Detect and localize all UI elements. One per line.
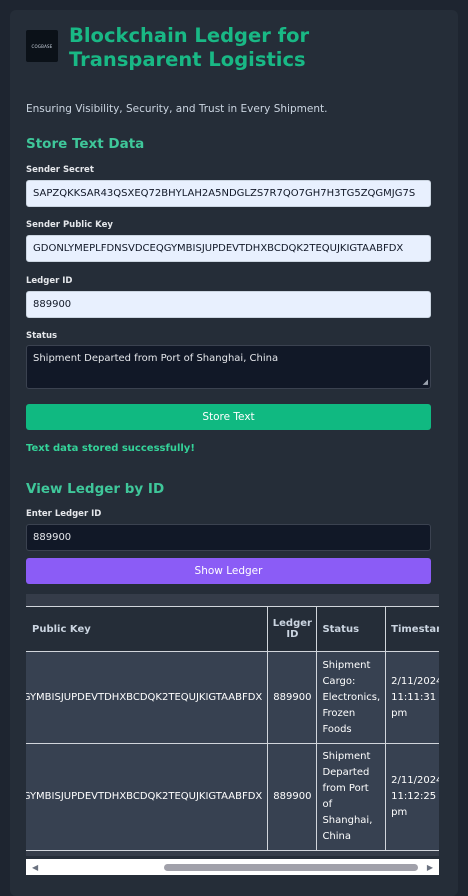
sender-public-key-label: Sender Public Key (26, 220, 113, 230)
sender-secret-input[interactable]: SAPZQKKSAR43QSXEQ72BHYLAH2A5NDGLZS7R7QO7… (26, 180, 431, 207)
table-row: GDONLYMEPLFDNSVDCEQGYMBISJUPDEVTDHXBCDQK… (26, 743, 439, 851)
cell-public-key: GDONLYMEPLFDNSVDCEQGYMBISJUPDEVTDHXBCDQK… (26, 651, 269, 744)
scrollbar-thumb[interactable] (164, 864, 418, 871)
ledger-id-input[interactable]: 889900 (26, 291, 431, 318)
cell-timestamp: 2/11/2024, 11:12:25 pm (385, 743, 439, 851)
header-ledger-id: Ledger ID (267, 606, 318, 652)
cell-ledger-id: 889900 (267, 743, 318, 851)
header-status: Status (316, 606, 387, 652)
app-logo: COGBASE (26, 30, 58, 62)
cell-ledger-id: 889900 (267, 651, 318, 744)
cell-status: Shipment Departed from Port of Shanghai,… (316, 743, 387, 851)
header-timestamp: Timestamp (385, 606, 439, 652)
store-section-heading: Store Text Data (26, 136, 145, 152)
horizontal-scrollbar[interactable]: ◀ ▶ (26, 859, 439, 875)
store-text-button[interactable]: Store Text (26, 404, 431, 430)
cell-public-key: GDONLYMEPLFDNSVDCEQGYMBISJUPDEVTDHXBCDQK… (26, 743, 269, 851)
header-public-key: Public Key (26, 606, 269, 652)
show-ledger-button[interactable]: Show Ledger (26, 558, 431, 584)
ledger-id-label: Ledger ID (26, 276, 73, 286)
cell-status: Shipment Cargo: Electronics, Frozen Food… (316, 651, 387, 744)
enter-ledger-id-label: Enter Ledger ID (26, 509, 102, 519)
app-header: COGBASE Blockchain Ledger for Transparen… (26, 24, 436, 72)
scroll-right-icon[interactable]: ▶ (427, 863, 433, 872)
page-title: Blockchain Ledger for Transparent Logist… (69, 24, 310, 71)
status-label: Status (26, 331, 58, 341)
status-textarea[interactable]: Shipment Departed from Port of Shanghai,… (26, 345, 431, 389)
table-row: GDONLYMEPLFDNSVDCEQGYMBISJUPDEVTDHXBCDQK… (26, 651, 439, 744)
enter-ledger-id-input[interactable]: 889900 (26, 524, 431, 551)
scroll-left-icon[interactable]: ◀ (32, 863, 38, 872)
status-text: Shipment Departed from Port of Shanghai,… (33, 353, 279, 364)
sender-secret-label: Sender Secret (26, 165, 94, 175)
view-section-heading: View Ledger by ID (26, 481, 165, 497)
sender-public-key-input[interactable]: GDONLYMEPLFDNSVDCEQGYMBISJUPDEVTDHXBCDQK… (26, 235, 431, 262)
tagline: Ensuring Visibility, Security, and Trust… (26, 103, 328, 115)
ledger-table: Public Key Ledger ID Status Timestamp GD… (26, 606, 439, 851)
ledger-table-container[interactable]: Public Key Ledger ID Status Timestamp GD… (26, 594, 439, 856)
cell-timestamp: 2/11/2024, 11:11:31 pm (385, 651, 439, 744)
success-message: Text data stored successfully! (26, 443, 195, 454)
table-header-row: Public Key Ledger ID Status Timestamp (26, 606, 439, 652)
resize-handle-icon[interactable]: ◢ (423, 378, 428, 386)
